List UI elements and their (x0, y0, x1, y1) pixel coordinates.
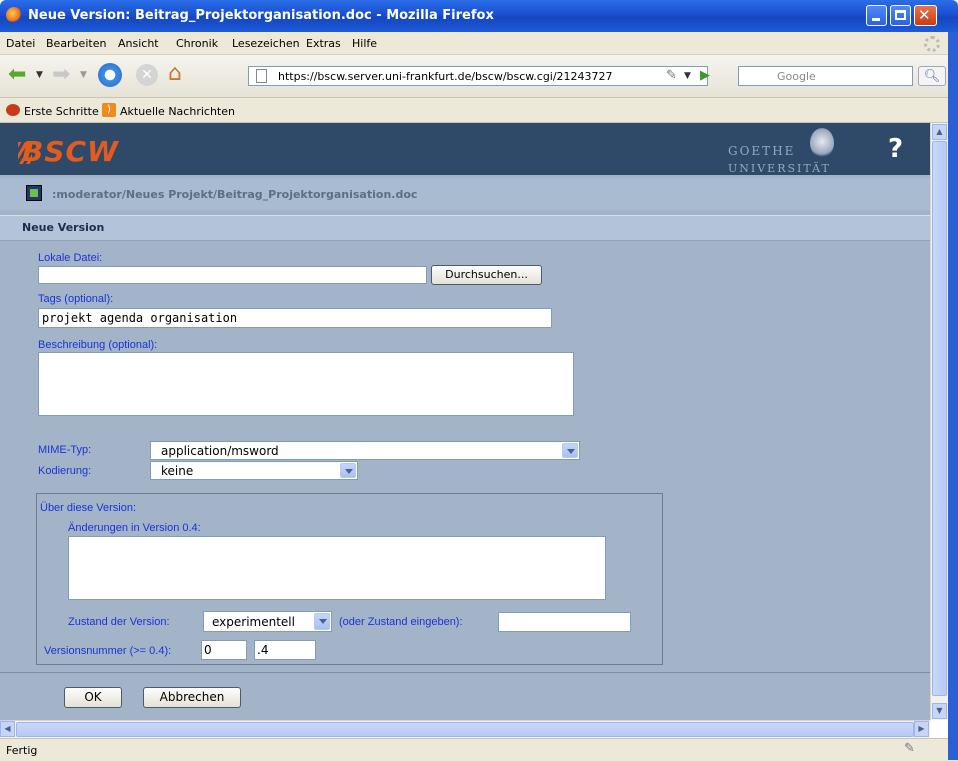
help-icon[interactable]: ? (888, 134, 903, 164)
tags-label: Tags (optional): (38, 293, 114, 305)
go-icon[interactable]: ▶ (700, 68, 710, 83)
search-icon[interactable]: 🔍︎ (918, 66, 946, 86)
rss-icon: ) (102, 103, 116, 117)
security-icon: ✎ (904, 741, 915, 756)
close-icon: ✕ (918, 6, 931, 24)
encoding-select[interactable]: keine (150, 461, 358, 480)
bookmark-getting-started[interactable]: Erste Schritte (24, 105, 99, 118)
menu-lesezeichen[interactable]: Lesezeichen (232, 37, 300, 50)
menu-bearbeiten[interactable]: Bearbeiten (46, 37, 106, 50)
browse-button[interactable]: Durchsuchen... (431, 265, 542, 285)
chevron-down-icon (562, 443, 578, 458)
form-header (0, 215, 930, 241)
scroll-left-icon[interactable]: ◀ (0, 721, 15, 737)
search-placeholder: Google (777, 70, 816, 83)
encoding-label: Kodierung: (38, 465, 92, 477)
maximize-button[interactable] (890, 5, 911, 26)
forward-arrow-icon[interactable]: ➡ (52, 64, 70, 86)
search-input[interactable] (738, 66, 913, 86)
url-dropdown-icon[interactable]: ▼ (684, 71, 691, 81)
local-file-label: Lokale Datei: (38, 252, 103, 264)
version-state-hint: (oder Zustand eingeben): (339, 616, 463, 628)
version-state-select[interactable]: experimentell (203, 611, 332, 632)
document-icon (26, 185, 42, 201)
menu-datei[interactable]: Datei (6, 37, 35, 50)
description-textarea[interactable] (38, 352, 574, 416)
window-frame-right (948, 32, 958, 760)
form-title: Neue Version (22, 221, 105, 234)
version-major-input[interactable]: 0 (201, 640, 247, 660)
menu-ansicht[interactable]: Ansicht (118, 37, 159, 50)
breadcrumb[interactable]: :moderator/Neues Projekt/Beitrag_Projekt… (52, 188, 417, 201)
bookmark-getting-started-icon (6, 104, 20, 116)
version-minor-input[interactable]: .4 (254, 640, 316, 660)
forward-dropdown-icon[interactable]: ▼ (80, 70, 87, 80)
page-icon (256, 69, 267, 83)
form-button-bar (0, 672, 930, 721)
scroll-right-icon[interactable]: ▶ (914, 721, 929, 737)
menu-hilfe[interactable]: Hilfe (352, 37, 377, 50)
throbber-icon (924, 36, 940, 52)
description-label: Beschreibung (optional): (38, 339, 158, 351)
goethe-logo-line2: UNIVERSITÄT (728, 162, 831, 175)
bookmark-news[interactable]: Aktuelle Nachrichten (120, 105, 235, 118)
cancel-button[interactable]: Abbrechen (143, 687, 241, 708)
url-text[interactable]: https://bscw.server.uni-frankfurt.de/bsc… (278, 70, 663, 83)
minimize-button[interactable] (866, 5, 887, 26)
version-state-value: experimentell (212, 615, 295, 629)
horizontal-scroll-thumb[interactable] (16, 722, 914, 737)
mime-type-value: application/msword (161, 444, 279, 458)
firefox-icon (6, 7, 22, 23)
menu-extras[interactable]: Extras (306, 37, 341, 50)
tags-input[interactable]: projekt agenda organisation (38, 308, 552, 328)
mime-type-select[interactable]: application/msword (150, 441, 580, 460)
chevron-down-icon (340, 463, 356, 478)
status-bar (0, 738, 958, 761)
version-state-custom-input[interactable] (498, 612, 631, 632)
changes-textarea[interactable] (68, 536, 606, 600)
chevron-down-icon (314, 613, 330, 630)
goethe-logo-line1: GOETHE (728, 144, 796, 158)
version-state-label: Zustand der Version: (68, 616, 170, 628)
local-file-input[interactable] (38, 266, 427, 284)
ssl-icon: ✎ (666, 68, 677, 83)
reload-icon[interactable] (98, 63, 122, 87)
goethe-portrait-icon (810, 128, 834, 158)
back-arrow-icon[interactable]: ⬅ (8, 64, 26, 86)
home-icon[interactable]: ⌂ (168, 62, 182, 86)
stop-icon[interactable]: ✕ (136, 64, 158, 86)
mime-type-label: MIME-Typ: (38, 444, 92, 456)
scroll-down-icon[interactable]: ▼ (932, 703, 947, 719)
close-button[interactable]: ✕ (914, 5, 937, 26)
status-text: Fertig (6, 744, 38, 757)
version-number-label: Versionsnummer (>= 0.4): (44, 645, 172, 657)
back-dropdown-icon[interactable]: ▼ (36, 70, 43, 80)
scroll-up-icon[interactable]: ▲ (932, 124, 947, 140)
encoding-value: keine (161, 464, 194, 478)
vertical-scroll-thumb[interactable] (932, 141, 947, 696)
changes-label: Änderungen in Version 0.4: (68, 522, 201, 534)
bscw-logo[interactable]: BSCW (22, 135, 119, 168)
window-title: Neue Version: Beitrag_Projektorganisatio… (28, 8, 494, 23)
version-legend: Über diese Version: (40, 502, 136, 514)
menu-chronik[interactable]: Chronik (176, 37, 218, 50)
ok-button[interactable]: OK (64, 687, 122, 708)
